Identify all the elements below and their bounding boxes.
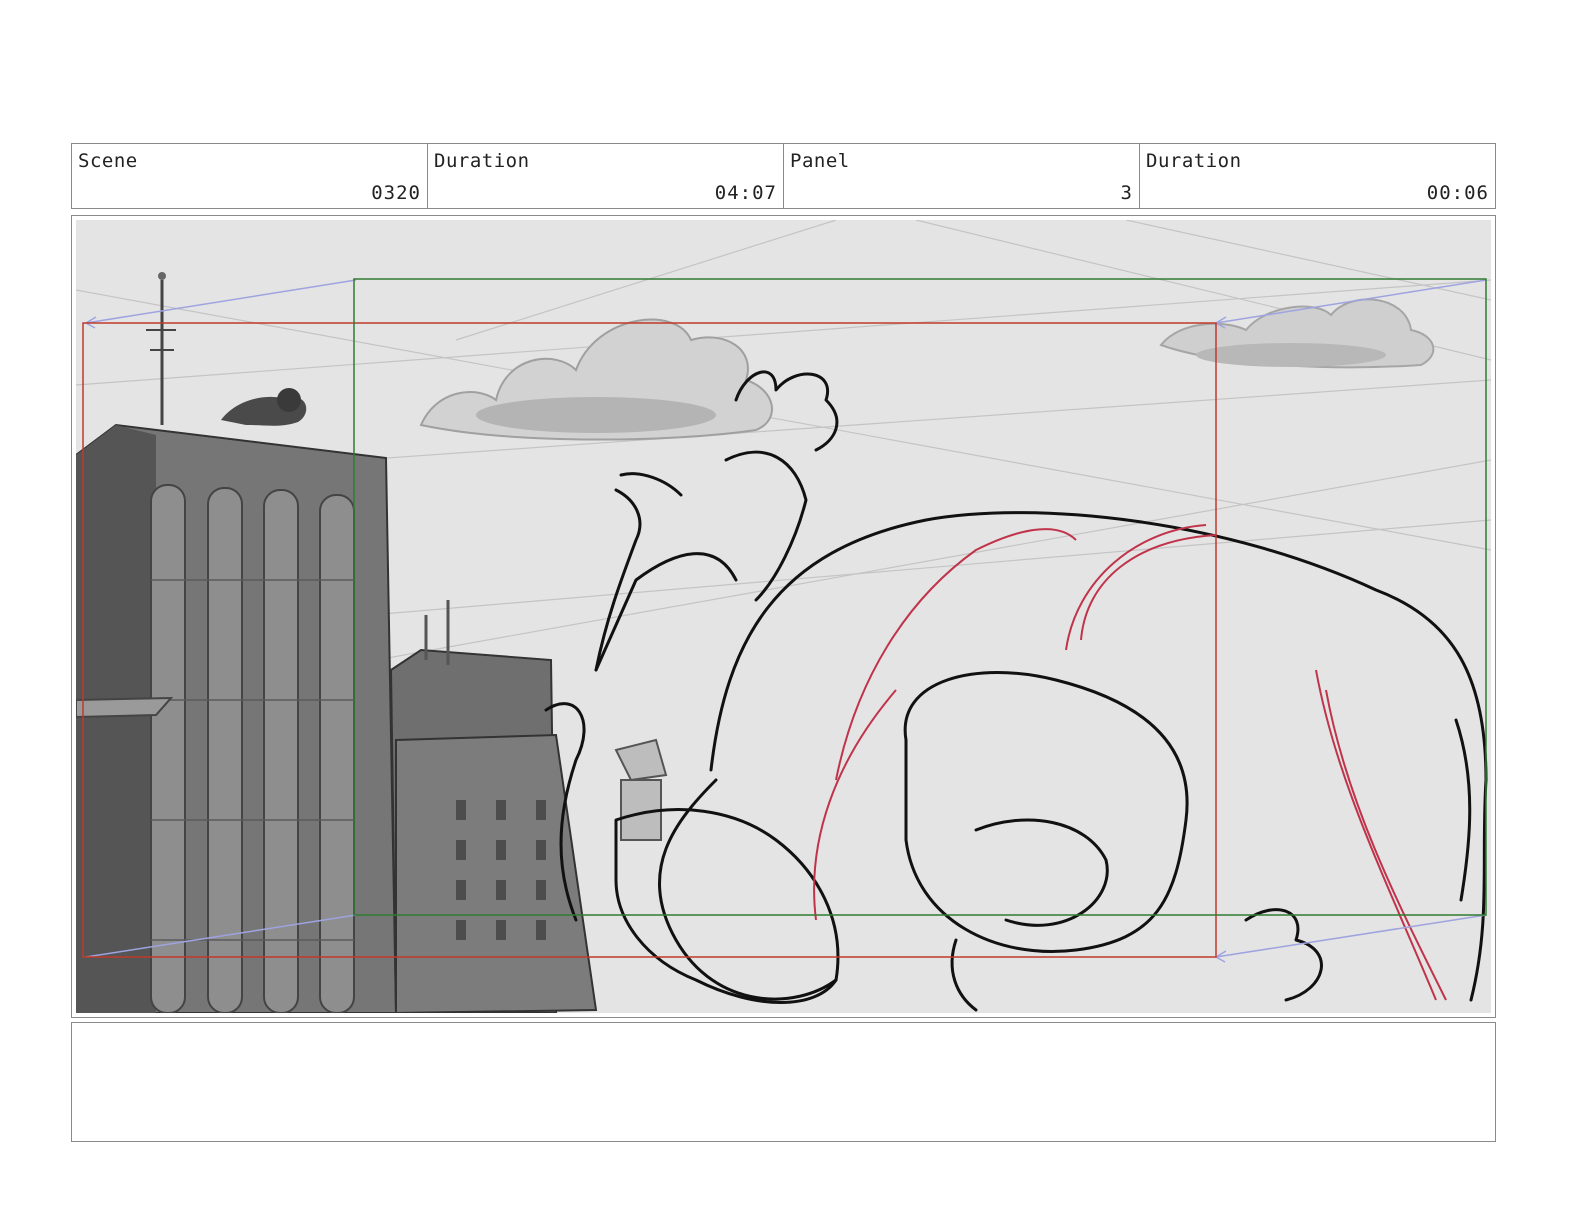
panel-info-header: Scene 0320 Duration 04:07 Panel 3 Durati…: [71, 143, 1496, 209]
water-tower: [614, 738, 668, 841]
panel-number: 3: [1120, 182, 1133, 204]
storyboard-drawing: [76, 220, 1491, 1013]
scene-label: Scene: [78, 150, 138, 172]
panel-duration-cell: Duration 00:06: [1140, 144, 1495, 208]
panel-duration-value: 00:06: [1426, 182, 1489, 204]
scene-duration-value: 04:07: [714, 182, 777, 204]
scene-duration-label: Duration: [434, 150, 530, 172]
panel-label: Panel: [790, 150, 850, 172]
scene-number: 0320: [371, 182, 421, 204]
panel-cell: Panel 3: [784, 144, 1140, 208]
storyboard-panel: [71, 215, 1496, 1018]
panel-duration-label: Duration: [1146, 150, 1242, 172]
scene-cell: Scene 0320: [72, 144, 428, 208]
panel-notes-box: [71, 1022, 1496, 1142]
scene-duration-cell: Duration 04:07: [428, 144, 784, 208]
